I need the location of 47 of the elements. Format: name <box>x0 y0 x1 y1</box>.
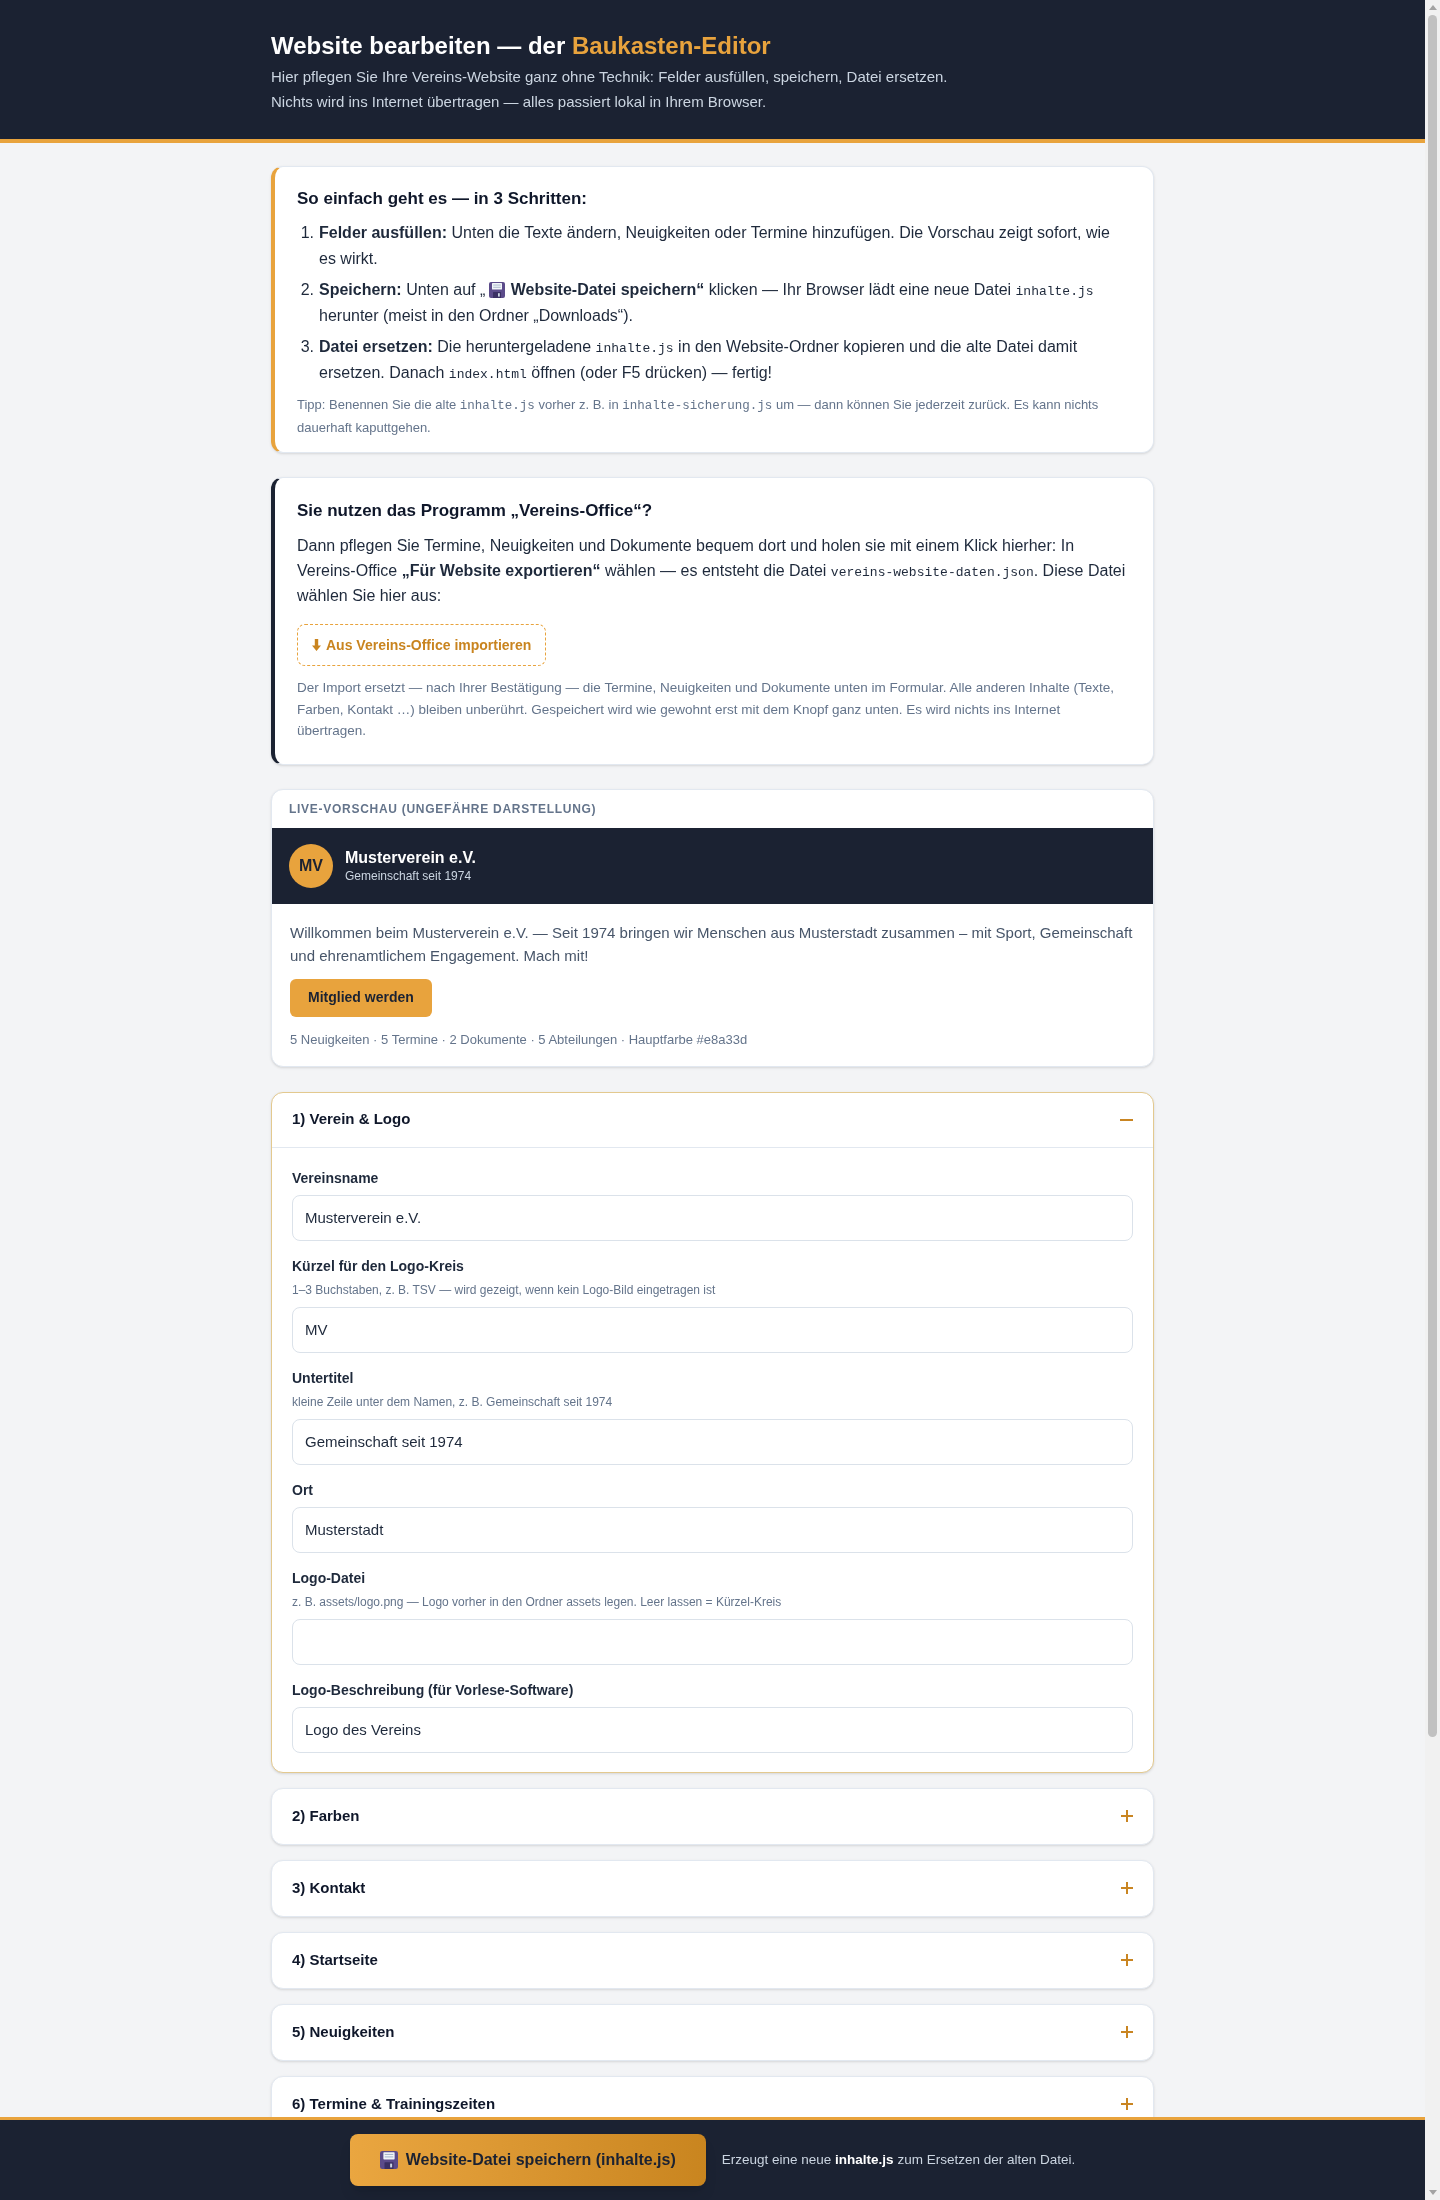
step-number: 1. <box>299 223 315 243</box>
section-header[interactable]: 2) Farben <box>272 1788 1153 1844</box>
preview-label: LIVE-VORSCHAU (UNGEFÄHRE DARSTELLUNG) <box>289 800 597 818</box>
save-note: Erzeugt eine neue inhalte.js zum Ersetzen der alten Datei. <box>721 2150 1076 2169</box>
import-note: Der Import ersetzt — nach Ihrer Bestätigung — die Termine, Neuigkeiten und Dokumente unten im Formular. Alle anderen Inhalte (Texte, Farben, Kontakt …) bleiben unberührt. Gespeichert wird wie gewohnt erst mit dem Knopf ganz unten. Es wird nichts ins Internet übertragen. <box>297 679 1115 740</box>
step-text: Speichern: Unten auf „ Website-Datei speichern“ klicken — Ihr Browser lädt eine neue Datei inhalte.js herunter (meist in den Ordner „Downloads“). <box>319 280 1095 326</box>
step-text: Felder ausfüllen: Unten die Texte ändern, Neuigkeiten oder Termine hinzufügen. Die Vorschau zeigt sofort, wie es wirkt. <box>319 223 1111 269</box>
step-number: 2. <box>299 280 315 300</box>
welcome-text: Willkommen beim Musterverein e.V. — Seit 1974 bringen wir Menschen aus Musterstadt zusammen – mit Sport, Gemeinschaft und ehrenamtlichem Engagement. Mach mit! <box>290 922 1134 966</box>
scroll-up-arrow-icon[interactable] <box>1428 5 1437 10</box>
club-logo: MV <box>289 843 333 888</box>
field-hint: z. B. assets/logo.png — Logo vorher in den Ordner assets legen. Leer lassen = Kürzel-Kreis <box>292 1593 783 1610</box>
section-header[interactable]: 3) Kontakt <box>272 1860 1153 1916</box>
card-title: So einfach geht es — in 3 Schritten: <box>297 188 588 210</box>
text-input[interactable]: Musterstadt <box>292 1506 1133 1553</box>
text-input[interactable]: Gemeinschaft seit 1974 <box>292 1418 1133 1465</box>
field-label: Ort <box>292 1480 314 1500</box>
section-header[interactable]: 1) Verein & Logo <box>272 1092 1153 1148</box>
club-name: Musterverein e.V. <box>345 847 477 868</box>
field-label: Logo-Datei <box>292 1568 367 1588</box>
join-button[interactable]: Mitglied werden <box>290 978 432 1017</box>
field-label: Logo-Beschreibung (für Vorlese-Software) <box>292 1680 575 1700</box>
text-input[interactable]: Logo des Vereins <box>292 1706 1133 1753</box>
section-header[interactable]: 6) Termine & Trainingszeiten <box>272 2076 1153 2117</box>
text-input[interactable]: Musterverein e.V. <box>292 1194 1133 1241</box>
field-label: Kürzel für den Logo-Kreis <box>292 1256 465 1276</box>
header-subtitle: Nichts wird ins Internet übertragen — alles passiert lokal in Ihrem Browser. <box>271 92 768 112</box>
field-hint: 1–3 Buchstaben, z. B. TSV — wird gezeigt, wenn kein Logo-Bild eingetragen ist <box>292 1281 717 1298</box>
text-input[interactable]: MV <box>292 1306 1133 1353</box>
arrow-down-icon <box>312 639 321 651</box>
card-title: Sie nutzen das Programm „Vereins-Office“? <box>297 500 654 522</box>
page-title: Website bearbeiten — der Baukasten-Editor <box>271 31 772 61</box>
club-subtitle: Gemeinschaft seit 1974 <box>345 867 473 884</box>
section-header[interactable]: 4) Startseite <box>272 1932 1153 1988</box>
field-hint: kleine Zeile unter dem Namen, z. B. Gemeinschaft seit 1974 <box>292 1393 614 1410</box>
field-label: Untertitel <box>292 1368 355 1388</box>
tip-text: Tipp: Benennen Sie die alte inhalte.js vorher z. B. in inhalte-sicherung.js um — dann können Sie jederzeit zurück. Es kann nichts dauerhaft kaputtgehen. <box>297 396 1100 437</box>
text-input[interactable] <box>292 1618 1133 1665</box>
save-button[interactable]: Website-Datei speichern (inhalte.js) <box>349 2134 706 2186</box>
scroll-down-arrow-icon[interactable] <box>1428 2190 1437 2195</box>
preview-stats: 5 Neuigkeiten · 5 Termine · 2 Dokumente · 5 Abteilungen · Hauptfarbe #e8a33d <box>290 1030 749 1049</box>
header-subtitle: Hier pflegen Sie Ihre Vereins-Website ganz ohne Technik: Felder ausfüllen, speichern, Datei ersetzen. <box>271 67 949 87</box>
scrollbar-thumb[interactable] <box>1428 15 1437 1737</box>
field-label: Vereinsname <box>292 1168 380 1188</box>
step-number: 3. <box>299 337 315 357</box>
section-header[interactable]: 5) Neuigkeiten <box>272 2004 1153 2060</box>
step-text: Datei ersetzen: Die heruntergeladene inhalte.js in den Website-Ordner kopieren und die alte Datei damit ersetzen. Danach index.html öffnen (oder F5 drücken) — fertig! <box>319 337 1079 384</box>
